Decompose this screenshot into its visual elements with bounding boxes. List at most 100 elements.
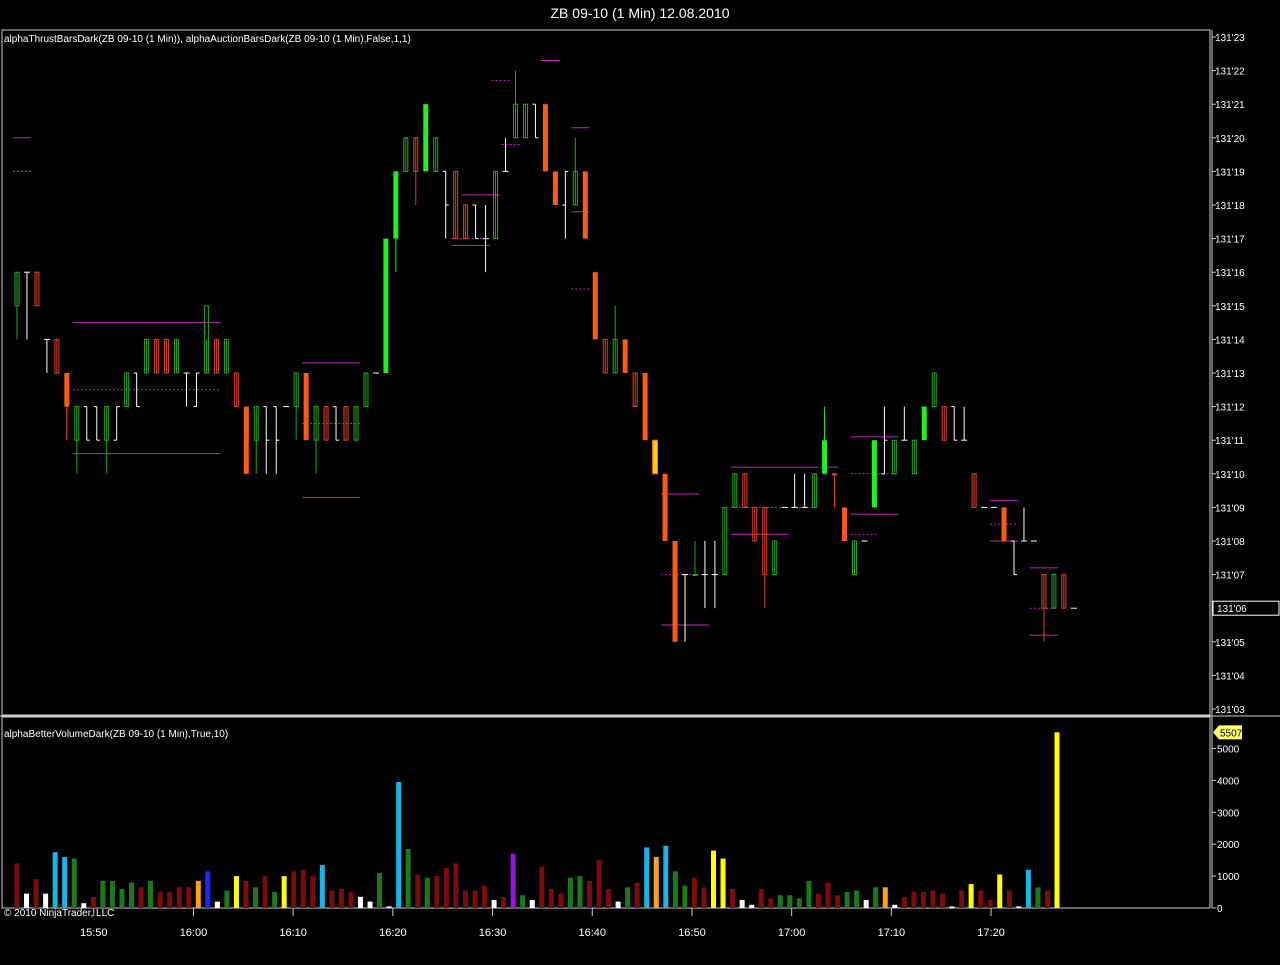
volume-bar bbox=[730, 888, 736, 908]
time-tick-label: 16:20 bbox=[379, 927, 407, 939]
volume-axis: 0 1000 2000 3000 4000 5000 5507 bbox=[1212, 725, 1243, 915]
volume-bar bbox=[844, 892, 850, 908]
bar-body bbox=[383, 238, 389, 373]
price-bar bbox=[164, 338, 170, 374]
volume-bar bbox=[148, 880, 154, 908]
price-bar bbox=[303, 373, 309, 441]
price-bar bbox=[602, 338, 608, 374]
volume-bars[interactable] bbox=[14, 732, 1060, 908]
price-indicator-label: alphaThrustBarsDark(ZB 09-10 (1 Min)), a… bbox=[4, 34, 411, 45]
volume-bar bbox=[348, 892, 354, 908]
price-bar bbox=[612, 305, 618, 374]
auction-lines bbox=[13, 60, 1058, 636]
price-tick-label: 131'22 bbox=[1215, 67, 1245, 78]
volume-bar bbox=[415, 874, 421, 908]
price-bar bbox=[174, 338, 180, 374]
price-bar bbox=[1001, 507, 1007, 541]
price-bar bbox=[1020, 507, 1027, 542]
volume-bar bbox=[262, 876, 268, 908]
volume-bar bbox=[491, 900, 497, 908]
volume-bar bbox=[253, 887, 259, 908]
volume-bar bbox=[644, 847, 650, 908]
price-bar bbox=[83, 406, 90, 441]
volume-bar bbox=[443, 868, 449, 908]
price-bar bbox=[971, 473, 977, 508]
volume-bar bbox=[911, 892, 917, 908]
volume-bar bbox=[987, 900, 993, 908]
volume-bar bbox=[1016, 906, 1022, 908]
volume-bar bbox=[482, 885, 488, 908]
bar-body bbox=[582, 171, 588, 239]
volume-bar bbox=[711, 850, 717, 908]
volume-bar bbox=[100, 880, 106, 908]
volume-bar bbox=[539, 866, 545, 908]
volume-bar bbox=[434, 876, 440, 908]
volume-bar bbox=[1006, 890, 1012, 908]
volume-bar bbox=[777, 895, 783, 908]
volume-bar bbox=[14, 863, 20, 908]
volume-bar bbox=[1035, 887, 1041, 908]
volume-bar bbox=[453, 863, 459, 908]
bar-body bbox=[622, 339, 628, 373]
price-axis: 131'03 131'04 131'05 131'06 131'07 131'08 131'… bbox=[1212, 33, 1280, 716]
volume-bar bbox=[300, 869, 306, 908]
volume-bar bbox=[33, 879, 39, 908]
price-tick-label: 131'09 bbox=[1215, 503, 1245, 514]
price-bar bbox=[263, 406, 270, 474]
price-bars[interactable] bbox=[14, 70, 1077, 642]
volume-bar bbox=[653, 856, 659, 908]
chart-canvas[interactable]: 131'03 131'04 131'05 131'06 131'07 131'08 131'… bbox=[0, 0, 1280, 965]
volume-bar bbox=[1054, 732, 1060, 908]
volume-bar bbox=[109, 880, 115, 908]
volume-bar bbox=[959, 890, 965, 908]
bar-body bbox=[692, 574, 698, 577]
volume-bar bbox=[157, 892, 163, 908]
price-bar bbox=[552, 171, 558, 205]
volume-bar bbox=[233, 876, 239, 908]
volume-tick-label: 0 bbox=[1217, 904, 1223, 915]
price-bar bbox=[213, 338, 219, 374]
price-bar bbox=[921, 406, 927, 441]
volume-bar bbox=[558, 893, 564, 908]
price-bar bbox=[801, 473, 808, 508]
volume-bar bbox=[462, 890, 468, 908]
price-bar bbox=[363, 372, 369, 408]
volume-bar bbox=[768, 898, 774, 908]
volume-bar bbox=[501, 896, 507, 908]
time-tick-label: 16:40 bbox=[578, 927, 606, 939]
bar-body bbox=[662, 473, 668, 541]
volume-bar bbox=[205, 871, 211, 908]
volume-bar bbox=[62, 856, 68, 908]
price-bar bbox=[113, 406, 120, 441]
bar-body bbox=[423, 104, 429, 172]
volume-bar bbox=[863, 900, 869, 908]
volume-bar bbox=[892, 904, 898, 908]
price-bar bbox=[532, 103, 539, 139]
price-bar bbox=[54, 338, 60, 374]
volume-bar bbox=[52, 852, 58, 908]
volume-bar bbox=[43, 893, 49, 908]
volume-bar bbox=[586, 880, 592, 908]
time-tick-label: 16:30 bbox=[479, 927, 507, 939]
volume-bar bbox=[405, 848, 411, 908]
price-bar bbox=[901, 406, 908, 441]
price-bar bbox=[233, 372, 239, 408]
price-bar bbox=[752, 506, 758, 542]
bar-body bbox=[592, 272, 598, 340]
volume-tick-label: 5000 bbox=[1217, 745, 1240, 756]
price-bar bbox=[931, 372, 937, 408]
price-bar bbox=[34, 271, 40, 307]
bar-body bbox=[393, 171, 399, 239]
price-bar bbox=[732, 473, 738, 508]
price-bar bbox=[692, 541, 698, 577]
time-tick-label: 17:00 bbox=[778, 927, 806, 939]
volume-bar bbox=[138, 887, 144, 908]
volume-tick-label: 2000 bbox=[1217, 840, 1240, 851]
price-bar bbox=[313, 406, 319, 474]
volume-indicator-label: alphaBetterVolumeDark(ZB 09-10 (1 Min),T… bbox=[4, 729, 228, 740]
volume-bar bbox=[567, 877, 573, 908]
price-bar bbox=[253, 406, 259, 474]
price-bar bbox=[711, 541, 718, 609]
volume-bar bbox=[195, 880, 201, 908]
volume-bar bbox=[319, 864, 325, 908]
